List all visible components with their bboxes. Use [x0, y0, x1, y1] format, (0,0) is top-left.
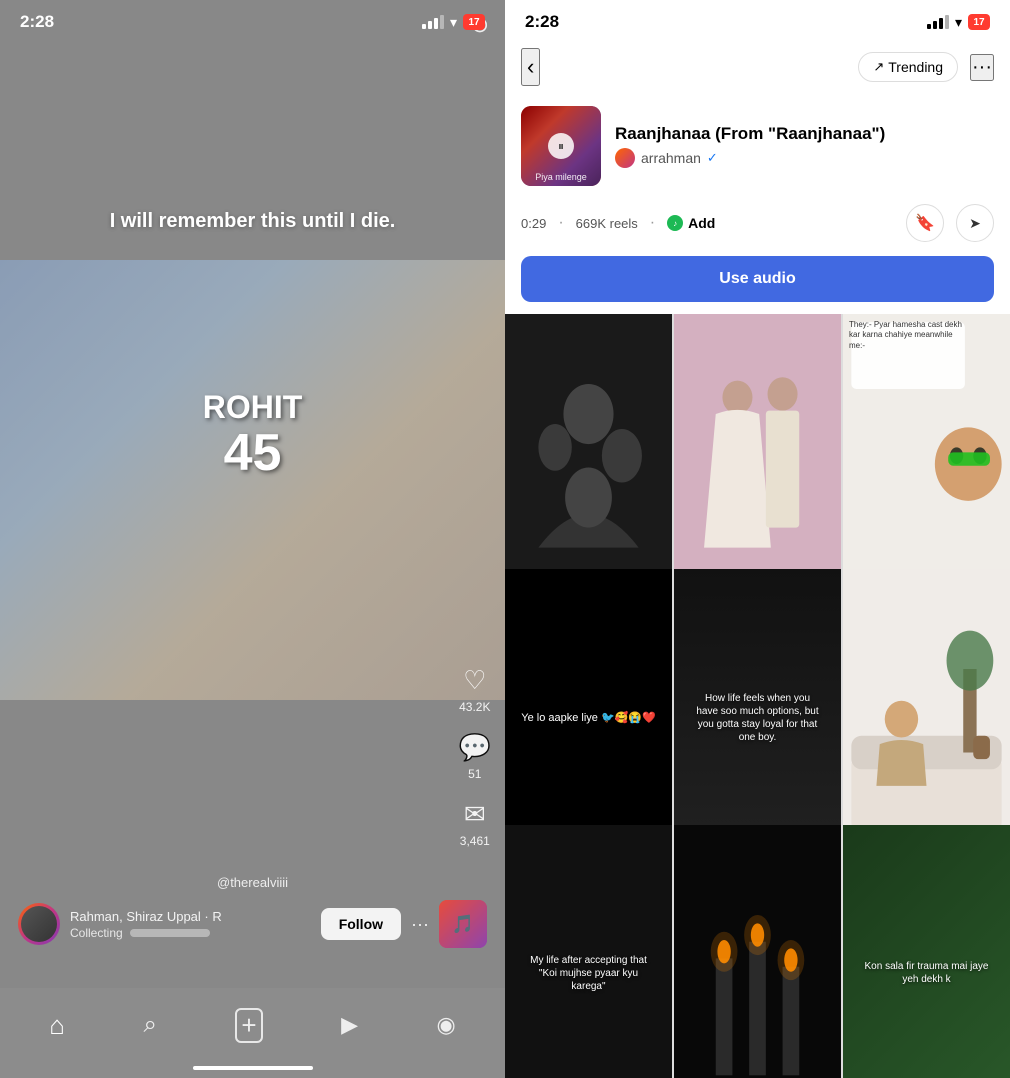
- reel-item[interactable]: They:- Pyar hamesha cast dekh kar karna …: [843, 314, 1010, 611]
- right-signal-icon: [927, 15, 949, 29]
- spotify-icon: ♪: [667, 215, 683, 231]
- reels-icon: ▶: [341, 1012, 358, 1038]
- add-label: Add: [688, 215, 715, 231]
- reel-item[interactable]: [674, 825, 841, 1078]
- nav-profile[interactable]: ◉: [437, 1012, 456, 1038]
- reel-item[interactable]: My life after accepting that "Koi mujhse…: [505, 825, 672, 1078]
- jersey-name: ROHIT: [203, 390, 303, 425]
- reels-grid: 👁 6.4M 👁 5.4M: [505, 314, 1010, 1078]
- reel-caption-text: My life after accepting that "Koi mujhse…: [513, 944, 664, 1003]
- artist-avatar: [615, 148, 635, 168]
- jersey-number: 45: [203, 425, 303, 482]
- music-thumbnail: 🎵: [439, 900, 487, 948]
- create-icon: +: [235, 1008, 262, 1043]
- meta-actions: 🔖 ➤: [906, 204, 994, 242]
- meta-row: 0:29 · 669K reels · ♪ Add 🔖 ➤: [505, 198, 1010, 250]
- left-time: 2:28: [20, 12, 54, 32]
- reels-count-text: 669K reels: [576, 216, 638, 231]
- song-details: Raanjhanaa (From "Raanjhanaa") arrahman …: [615, 124, 994, 168]
- more-options-icon[interactable]: ···: [411, 914, 429, 935]
- use-audio-button[interactable]: Use audio: [521, 256, 994, 302]
- reel-text-overlay: Kon sala fir trauma mai jaye yeh dekh k: [843, 825, 1010, 1078]
- like-action[interactable]: ♡ 43.2K: [459, 665, 490, 714]
- bookmark-icon: 🔖: [915, 213, 935, 233]
- music-names: Rahman, Shiraz Uppal · R: [70, 909, 311, 924]
- reel-item[interactable]: Kon sala fir trauma mai jaye yeh dekh k: [843, 825, 1010, 1078]
- comment-count: 51: [468, 767, 481, 781]
- like-count: 43.2K: [459, 700, 490, 714]
- trending-button[interactable]: ↗ Trending: [858, 52, 958, 82]
- collecting-text: Collecting: [70, 926, 311, 940]
- share-icon: ➤: [969, 215, 981, 232]
- reel-item[interactable]: 👁 5.4M: [674, 314, 841, 611]
- share-count: 3,461: [460, 834, 490, 848]
- right-status-icons: ▾ 17: [927, 14, 990, 31]
- artist-row: arrahman ✓: [615, 148, 994, 168]
- reel-item[interactable]: How life feels when you have soo much op…: [674, 569, 841, 866]
- bookmark-button[interactable]: 🔖: [906, 204, 944, 242]
- right-status-bar: 2:28 ▾ 17: [505, 0, 1010, 40]
- jersey-overlay: ROHIT 45: [203, 390, 303, 482]
- share-action[interactable]: ✉ 3,461: [460, 799, 490, 848]
- comment-icon: 💬: [459, 732, 491, 763]
- right-wifi-icon: ▾: [955, 14, 962, 31]
- nav-home[interactable]: ⌂: [49, 1010, 65, 1041]
- post-actions: ♡ 43.2K 💬 51 ✉ 3,461: [459, 665, 491, 848]
- add-to-spotify-button[interactable]: ♪ Add: [667, 215, 715, 231]
- username-tag: @therealviiii: [14, 875, 491, 890]
- artist-name: arrahman: [641, 150, 701, 166]
- battery-badge: 17: [463, 14, 485, 30]
- more-options-button[interactable]: ···: [970, 54, 994, 81]
- nav-search[interactable]: ⌕: [143, 1011, 156, 1039]
- reel-item[interactable]: 👁 6.4M: [505, 314, 672, 611]
- user-avatar: [18, 903, 60, 945]
- wifi-icon: ▾: [450, 14, 457, 31]
- music-info: Rahman, Shiraz Uppal · R Collecting: [70, 909, 311, 940]
- home-icon: ⌂: [49, 1010, 65, 1041]
- reel-text-overlay: Ye lo aapke liye 🐦🥰😭❤️: [505, 569, 672, 866]
- trending-label: Trending: [888, 59, 943, 75]
- reel-item[interactable]: Ye lo aapke liye 🐦🥰😭❤️ @rahman_meet_khan…: [505, 569, 672, 866]
- music-page-header: ‹ ↗ Trending ···: [505, 40, 1010, 94]
- signal-icon: [422, 15, 444, 29]
- reel-caption-text: Ye lo aapke liye 🐦🥰😭❤️: [521, 711, 656, 725]
- back-button[interactable]: ‹: [521, 48, 540, 86]
- search-icon: ⌕: [143, 1011, 156, 1039]
- right-battery-badge: 17: [968, 14, 990, 30]
- trending-arrow-icon: ↗: [873, 59, 884, 75]
- nav-create[interactable]: +: [235, 1008, 262, 1043]
- share-button[interactable]: ➤: [956, 204, 994, 242]
- song-thumbnail: Piya milenge ⏸: [521, 106, 601, 186]
- verified-icon: ✓: [707, 150, 718, 166]
- bottom-info: @therealviiii Rahman, Shiraz Uppal · R C…: [0, 875, 505, 948]
- follow-button[interactable]: Follow: [321, 908, 401, 940]
- left-status-icons: ▾ 17: [422, 14, 485, 31]
- music-bar: Rahman, Shiraz Uppal · R Collecting Foll…: [14, 900, 491, 948]
- quote-text: I will remember this until I die.: [0, 210, 505, 233]
- left-status-bar: 2:28 ▾ 17: [0, 0, 505, 40]
- home-indicator: [193, 1066, 313, 1070]
- song-title: Raanjhanaa (From "Raanjhanaa"): [615, 124, 994, 144]
- heart-icon: ♡: [463, 665, 486, 696]
- nav-reels[interactable]: ▶: [341, 1012, 358, 1038]
- right-panel: 2:28 ▾ 17 ‹ ↗ Trending ··· Piya milen: [505, 0, 1010, 1078]
- song-info-row: Piya milenge ⏸ Raanjhanaa (From "Raanjha…: [505, 94, 1010, 198]
- comment-action[interactable]: 💬 51: [459, 732, 491, 781]
- send-icon: ✉: [464, 799, 486, 830]
- bottom-nav: ⌂ ⌕ + ▶ ◉: [0, 988, 505, 1078]
- reel-item[interactable]: 👁 1.7M: [843, 569, 1010, 866]
- right-time: 2:28: [525, 12, 559, 32]
- profile-icon: ◉: [437, 1012, 456, 1038]
- reel-caption-text: Kon sala fir trauma mai jaye yeh dekh k: [851, 950, 1002, 996]
- reel-caption-text: How life feels when you have soo much op…: [682, 680, 833, 756]
- reel-overlay-caption: They:- Pyar hamesha cast dekh kar karna …: [849, 320, 970, 351]
- left-panel: 2:28 ▾ 17 ⊙ I will remember this until I…: [0, 0, 505, 1078]
- duration-text: 0:29: [521, 216, 546, 231]
- reel-text-overlay: How life feels when you have soo much op…: [674, 569, 841, 866]
- reel-text-overlay: My life after accepting that "Koi mujhse…: [505, 825, 672, 1078]
